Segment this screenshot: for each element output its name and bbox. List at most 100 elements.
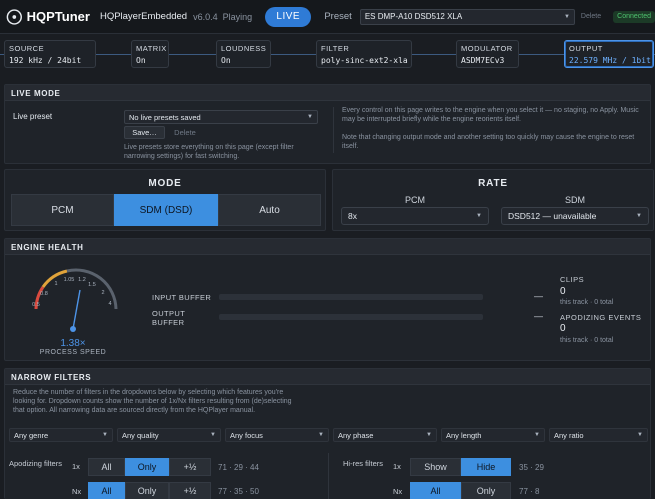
pipeline-label: LOUDNESS xyxy=(221,44,267,53)
chevron-down-icon: ▼ xyxy=(563,13,570,20)
pipeline-value: ASDM7ECv3 xyxy=(461,56,505,65)
pipeline-modulator[interactable]: MODULATOR ASDM7ECv3 xyxy=(456,40,519,68)
apodizing-1x-half[interactable]: +½ xyxy=(169,458,211,476)
rate-pcm-value: 8x xyxy=(348,211,357,221)
length-select[interactable]: Any length ▼ xyxy=(441,428,545,442)
pipeline-matrix[interactable]: MATRIX On xyxy=(131,40,169,68)
live-button[interactable]: LIVE xyxy=(265,6,312,27)
pipeline-output[interactable]: OUTPUT 22.579 MHz / 1bit xyxy=(564,40,654,68)
divider xyxy=(328,453,329,499)
live-preset-save-button[interactable]: Save… xyxy=(124,126,165,139)
pipeline-source[interactable]: SOURCE 192 kHz / 24bit xyxy=(4,40,96,68)
hires-1x-hide[interactable]: Hide xyxy=(461,458,511,476)
top-bar: HQPTuner HQPlayerEmbedded v6.0.4 Playing… xyxy=(0,0,655,34)
apodizing-nx-all[interactable]: All xyxy=(88,482,125,499)
hires-filters-label: Hi-res filters xyxy=(343,459,384,468)
apodizing-nx-only[interactable]: Only xyxy=(125,482,169,499)
length-select-value: Any length xyxy=(446,430,482,440)
gauge-tick: 0.5 xyxy=(32,302,40,308)
preset-delete-button[interactable]: Delete xyxy=(581,13,601,20)
hires-nx-only[interactable]: Only xyxy=(461,482,511,499)
live-preset-select[interactable]: No live presets saved ▼ xyxy=(124,110,318,124)
apodizing-sub: this track · 0 total xyxy=(560,337,614,344)
mode-title: MODE xyxy=(148,178,182,189)
rate-pcm-label: PCM xyxy=(405,195,425,205)
gauge-tick: 1.5 xyxy=(88,282,96,288)
process-speed-label: PROCESS SPEED xyxy=(39,349,107,356)
gauge-tick: 1.05 xyxy=(64,277,75,283)
clips-sub: this track · 0 total xyxy=(560,299,614,306)
gauge-tick: 0.8 xyxy=(40,291,48,297)
connection-badge: Connected xyxy=(613,10,655,23)
gauge-tick: 1.2 xyxy=(78,277,86,283)
chevron-down-icon: ▼ xyxy=(102,432,108,438)
clips-label: CLIPS xyxy=(560,275,585,284)
output-buffer-label: OUTPUT BUFFER xyxy=(152,309,186,327)
mode-auto-button[interactable]: Auto xyxy=(218,194,321,226)
pipeline-value: 192 kHz / 24bit xyxy=(9,56,82,65)
phase-select[interactable]: Any phase ▼ xyxy=(333,428,437,442)
clips-value: 0 xyxy=(560,286,566,297)
playback-state: Playing xyxy=(222,11,253,22)
chevron-down-icon: ▼ xyxy=(307,114,313,120)
genre-select[interactable]: Any genre ▼ xyxy=(9,428,113,442)
signal-pipeline: SOURCE 192 kHz / 24bit MATRIX On LOUDNES… xyxy=(0,34,655,76)
input-buffer-value: — xyxy=(534,291,543,301)
pipeline-value: On xyxy=(136,56,146,65)
pipeline-filter[interactable]: FILTER poly-sinc-ext2-xla xyxy=(316,40,412,68)
apodizing-1x-only[interactable]: Only xyxy=(125,458,169,476)
live-preset-delete-button[interactable]: Delete xyxy=(167,126,203,139)
version: v6.0.4 xyxy=(193,11,218,22)
apodizing-nx-counts: 77 · 35 · 50 xyxy=(218,487,259,496)
chevron-down-icon: ▼ xyxy=(210,432,216,438)
pipeline-label: FILTER xyxy=(321,44,350,53)
live-mode-note: Note that changing output mode and anoth… xyxy=(342,134,635,150)
hires-nx-counts: 77 · 8 xyxy=(519,487,540,496)
apodizing-filters-label: Apodizing filters xyxy=(9,459,62,468)
gauge-tick: 2 xyxy=(101,290,104,296)
live-preset-help: Live presets store everything on this pa… xyxy=(124,144,294,160)
pipeline-value: poly-sinc-ext2-xla xyxy=(321,56,408,65)
hires-1x-show[interactable]: Show xyxy=(410,458,461,476)
hires-1x-counts: 35 · 29 xyxy=(519,463,544,472)
preset-select[interactable]: ES DMP-A10 DSD512 XLA ▼ xyxy=(359,8,575,25)
pipeline-label: MATRIX xyxy=(136,44,167,53)
mode-sdm-button[interactable]: SDM (DSD) xyxy=(114,194,218,226)
apodizing-1x-all[interactable]: All xyxy=(88,458,125,476)
chevron-down-icon: ▼ xyxy=(636,213,642,219)
rate-sdm-label: SDM xyxy=(565,195,585,205)
process-speed-value: 1.38× xyxy=(60,338,86,349)
apodizing-nx-half[interactable]: +½ xyxy=(169,482,211,499)
hires-nx-all[interactable]: All xyxy=(410,482,461,499)
hires-rate-nx: Nx xyxy=(393,487,403,496)
preset-label: Preset xyxy=(324,11,352,22)
mode-pcm-button[interactable]: PCM xyxy=(11,194,114,226)
ratio-select[interactable]: Any ratio ▼ xyxy=(549,428,648,442)
rate-pcm-select[interactable]: 8x ▼ xyxy=(341,207,489,225)
divider xyxy=(333,107,334,153)
chevron-down-icon: ▼ xyxy=(534,432,540,438)
genre-select-value: Any genre xyxy=(14,430,49,440)
focus-select[interactable]: Any focus ▼ xyxy=(225,428,329,442)
brand-name: HQPTuner xyxy=(26,9,90,24)
pipeline-loudness[interactable]: LOUDNESS On xyxy=(216,40,271,68)
narrow-filters-description: Reduce the number of filters in the drop… xyxy=(13,389,292,414)
pipeline-label: SOURCE xyxy=(9,44,45,53)
chevron-down-icon: ▼ xyxy=(637,432,643,438)
rate-title: RATE xyxy=(478,178,508,189)
quality-select-value: Any quality xyxy=(122,430,159,440)
preset-select-value: ES DMP-A10 DSD512 XLA xyxy=(364,12,463,21)
quality-select[interactable]: Any quality ▼ xyxy=(117,428,221,442)
narrow-filters-panel: NARROW FILTERS Reduce the number of filt… xyxy=(4,368,651,499)
live-preset-label: Live preset xyxy=(13,112,53,121)
process-speed-gauge: 0.5 0.8 1 1.05 1.2 1.5 2 4 xyxy=(32,268,118,332)
apodizing-rate-1x: 1x xyxy=(72,462,80,471)
gauge-tick: 4 xyxy=(108,301,111,307)
pipeline-value: 22.579 MHz / 1bit xyxy=(569,56,651,65)
gauge-tick: 1 xyxy=(54,281,57,287)
apodizing-rate-nx: Nx xyxy=(72,487,82,496)
apodizing-1x-counts: 71 · 29 · 44 xyxy=(218,463,259,472)
output-buffer-value: — xyxy=(534,311,543,321)
hires-rate-1x: 1x xyxy=(393,462,401,471)
rate-sdm-select[interactable]: DSD512 — unavailable ▼ xyxy=(501,207,649,225)
